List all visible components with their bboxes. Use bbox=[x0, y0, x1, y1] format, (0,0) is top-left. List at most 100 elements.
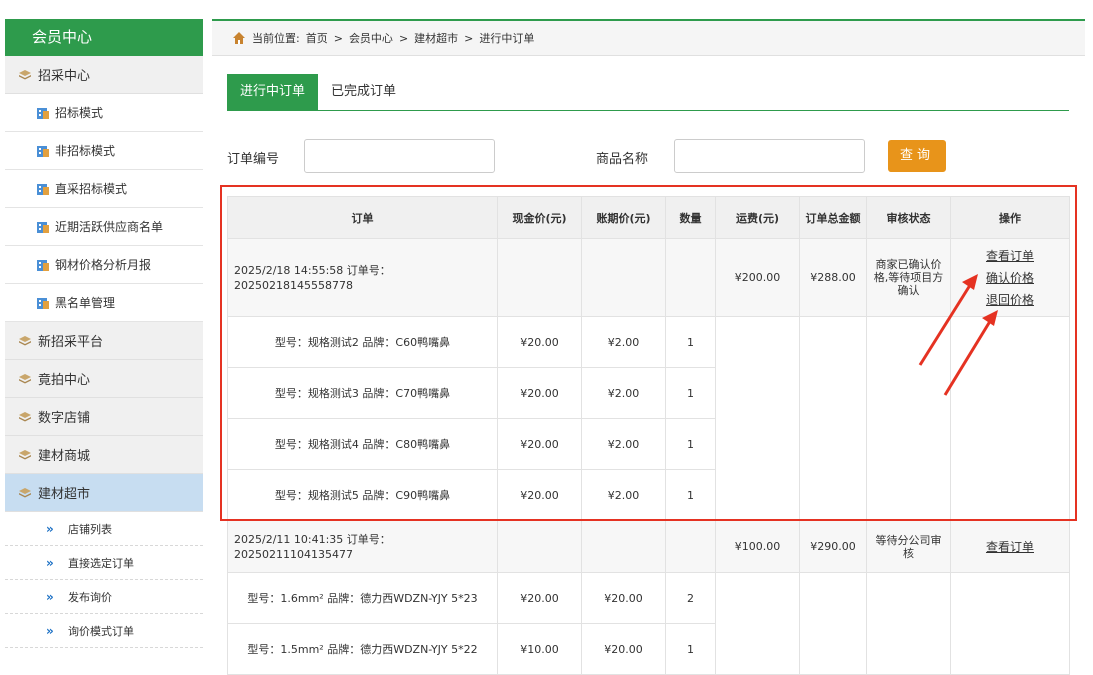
item-model: 型号：1.6mm² 品牌：德力西WDZN-YJY 5*23 bbox=[227, 572, 498, 624]
column-header: 运费(元) bbox=[715, 196, 800, 239]
order-no-input[interactable] bbox=[304, 139, 495, 173]
building-icon bbox=[35, 295, 51, 311]
item-credit-price: ¥2.00 bbox=[581, 367, 666, 419]
sidebar-category-materials-supermarket[interactable]: 建材超市 bbox=[5, 474, 203, 512]
sidebar-category-new-platform[interactable]: 新招采平台 bbox=[5, 322, 203, 360]
sidebar-link-store-list[interactable]: » 店铺列表 bbox=[5, 512, 203, 546]
breadcrumb: 当前位置: 首页 > 会员中心 > 建材超市 > 进行中订单 bbox=[212, 21, 1085, 56]
column-header: 操作 bbox=[950, 196, 1070, 239]
table-cell bbox=[715, 316, 800, 521]
building-icon bbox=[35, 105, 51, 121]
table-cell bbox=[950, 316, 1070, 521]
sidebar-link-label: 询价模式订单 bbox=[68, 624, 134, 638]
sidebar-category-procurement[interactable]: 招采中心 bbox=[5, 56, 203, 94]
tab-completed[interactable]: 已完成订单 bbox=[318, 74, 409, 110]
sidebar-item-blacklist[interactable]: 黑名单管理 bbox=[5, 284, 203, 322]
sidebar-category-digital-store[interactable]: 数字店铺 bbox=[5, 398, 203, 436]
sidebar-item-non-bidding[interactable]: 非招标模式 bbox=[5, 132, 203, 170]
sidebar-item-label: 非招标模式 bbox=[55, 144, 116, 158]
order-tabs: 进行中订单 已完成订单 bbox=[227, 74, 1069, 111]
confirm-price-link[interactable]: 确认价格 bbox=[951, 267, 1069, 289]
product-name-input[interactable] bbox=[674, 139, 865, 173]
item-row: 型号：1.6mm² 品牌：德力西WDZN-YJY 5*23 ¥20.00 ¥20… bbox=[227, 572, 1070, 675]
table-cell bbox=[866, 572, 951, 675]
item-quantity: 1 bbox=[665, 623, 716, 675]
sidebar-link-label: 发布询价 bbox=[68, 590, 112, 604]
diamond-icon bbox=[18, 334, 32, 348]
breadcrumb-home[interactable]: 首页 bbox=[306, 30, 328, 46]
double-chevron-icon: » bbox=[46, 521, 54, 536]
item-quantity: 1 bbox=[665, 469, 716, 521]
table-cell bbox=[581, 238, 666, 317]
view-order-link[interactable]: 查看订单 bbox=[951, 245, 1069, 267]
order-freight: ¥200.00 bbox=[715, 238, 800, 317]
table-header-row: 订单 现金价(元) 账期价(元) 数量 运费(元) 订单总金额 审核状态 操作 bbox=[227, 196, 1070, 239]
order-status: 等待分公司审核 bbox=[866, 520, 951, 573]
sidebar-link-inquiry-orders[interactable]: » 询价模式订单 bbox=[5, 614, 203, 648]
building-icon bbox=[35, 181, 51, 197]
sidebar-category-label: 招采中心 bbox=[38, 69, 91, 84]
breadcrumb-member-center[interactable]: 会员中心 bbox=[349, 30, 393, 46]
building-icon bbox=[35, 143, 51, 159]
item-model: 型号：规格测试2 品牌：C60鸭嘴鼻 bbox=[227, 316, 498, 368]
table-cell bbox=[665, 238, 716, 317]
sidebar-category-auction[interactable]: 竟拍中心 bbox=[5, 360, 203, 398]
item-model: 型号：规格测试4 品牌：C80鸭嘴鼻 bbox=[227, 418, 498, 470]
table-cell bbox=[715, 572, 800, 675]
item-cash-price: ¥20.00 bbox=[497, 572, 582, 624]
breadcrumb-label: 当前位置: bbox=[252, 32, 300, 45]
main-content: 当前位置: 首页 > 会员中心 > 建材超市 > 进行中订单 进行中订单 已完成… bbox=[212, 19, 1085, 675]
item-credit-price: ¥2.00 bbox=[581, 469, 666, 521]
double-chevron-icon: » bbox=[46, 555, 54, 570]
breadcrumb-supermarket[interactable]: 建材超市 bbox=[414, 30, 458, 46]
column-header: 数量 bbox=[665, 196, 716, 239]
item-cash-price: ¥20.00 bbox=[497, 418, 582, 470]
sidebar-category-materials-mall[interactable]: 建材商城 bbox=[5, 436, 203, 474]
item-row: 型号：规格测试2 品牌：C60鸭嘴鼻 ¥20.00 ¥2.00 1 bbox=[227, 316, 1070, 521]
return-price-link[interactable]: 退回价格 bbox=[951, 289, 1069, 311]
order-summary-text: 2025/2/18 14:55:58 订单号：20250218145558778 bbox=[234, 263, 391, 292]
item-cash-price: ¥10.00 bbox=[497, 623, 582, 675]
sidebar-item-label: 黑名单管理 bbox=[55, 296, 116, 310]
table-cell bbox=[665, 520, 716, 573]
item-model: 型号：规格测试3 品牌：C70鸭嘴鼻 bbox=[227, 367, 498, 419]
sidebar-item-direct-bidding[interactable]: 直采招标模式 bbox=[5, 170, 203, 208]
table-cell bbox=[497, 238, 582, 317]
order-no-label: 订单编号 bbox=[227, 152, 280, 167]
order-actions: 查看订单 bbox=[950, 520, 1070, 573]
sidebar-category-label: 新招采平台 bbox=[38, 335, 104, 350]
column-header: 审核状态 bbox=[866, 196, 951, 239]
tab-in-progress[interactable]: 进行中订单 bbox=[227, 74, 319, 110]
product-name-label: 商品名称 bbox=[596, 152, 649, 167]
sidebar-link-direct-orders[interactable]: » 直接选定订单 bbox=[5, 546, 203, 580]
item-cash-price: ¥20.00 bbox=[497, 367, 582, 419]
item-quantity: 2 bbox=[665, 572, 716, 624]
breadcrumb-current: 进行中订单 bbox=[479, 32, 535, 45]
order-total: ¥288.00 bbox=[799, 238, 867, 317]
table-cell bbox=[799, 572, 867, 675]
sidebar-category-label: 建材超市 bbox=[38, 487, 91, 502]
query-button[interactable]: 查询 bbox=[888, 140, 946, 172]
item-cash-price: ¥20.00 bbox=[497, 469, 582, 521]
column-header: 账期价(元) bbox=[581, 196, 666, 239]
sidebar-item-active-suppliers[interactable]: 近期活跃供应商名单 bbox=[5, 208, 203, 246]
diamond-icon bbox=[18, 448, 32, 462]
sidebar-item-label: 近期活跃供应商名单 bbox=[55, 220, 164, 234]
order-total: ¥290.00 bbox=[799, 520, 867, 573]
diamond-icon bbox=[18, 410, 32, 424]
breadcrumb-separator: > bbox=[333, 31, 343, 45]
item-quantity: 1 bbox=[665, 367, 716, 419]
sidebar-item-bidding[interactable]: 招标模式 bbox=[5, 94, 203, 132]
sidebar-item-label: 钢材价格分析月报 bbox=[55, 258, 152, 272]
order-row: 2025/2/18 14:55:58 订单号：20250218145558778… bbox=[227, 238, 1070, 317]
diamond-icon bbox=[18, 486, 32, 500]
sidebar-item-steel-report[interactable]: 钢材价格分析月报 bbox=[5, 246, 203, 284]
double-chevron-icon: » bbox=[46, 623, 54, 638]
item-quantity: 1 bbox=[665, 316, 716, 368]
filter-bar: 订单编号 商品名称 查询 bbox=[227, 139, 1069, 173]
item-credit-price: ¥2.00 bbox=[581, 418, 666, 470]
diamond-icon bbox=[18, 68, 32, 82]
sidebar-link-publish-inquiry[interactable]: » 发布询价 bbox=[5, 580, 203, 614]
view-order-link[interactable]: 查看订单 bbox=[951, 536, 1069, 558]
sidebar-category-label: 数字店铺 bbox=[38, 411, 91, 426]
